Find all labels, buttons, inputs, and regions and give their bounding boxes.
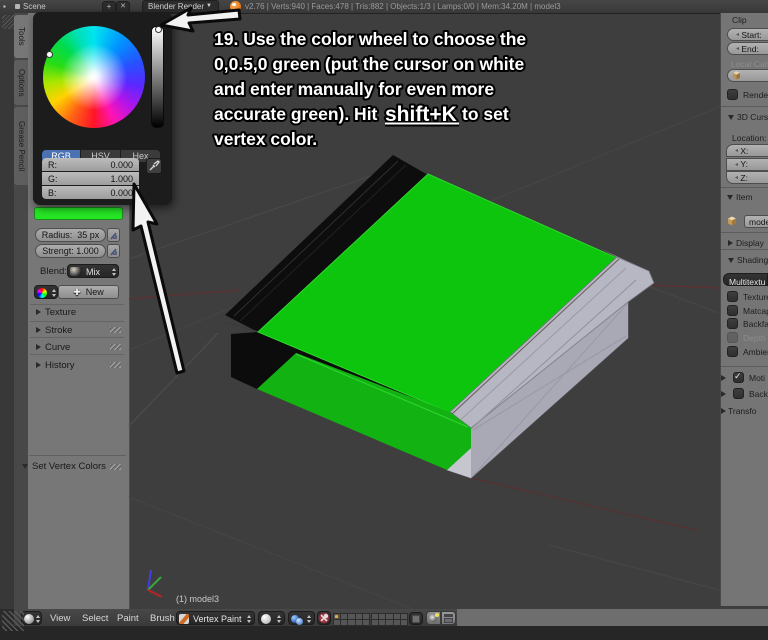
svg-text:vertex color.: vertex color. (214, 129, 317, 149)
svg-text:and enter manually for even mo: and enter manually for even more (214, 79, 494, 99)
svg-text:0,0.5,0 green (put the cursor: 0,0.5,0 green (put the cursor on white (214, 54, 524, 74)
svg-text:19. Use the color wheel to cho: 19. Use the color wheel to choose the (214, 29, 526, 49)
svg-text:to set: to set (462, 104, 509, 124)
svg-text:accurate green). Hit: accurate green). Hit (214, 104, 378, 124)
